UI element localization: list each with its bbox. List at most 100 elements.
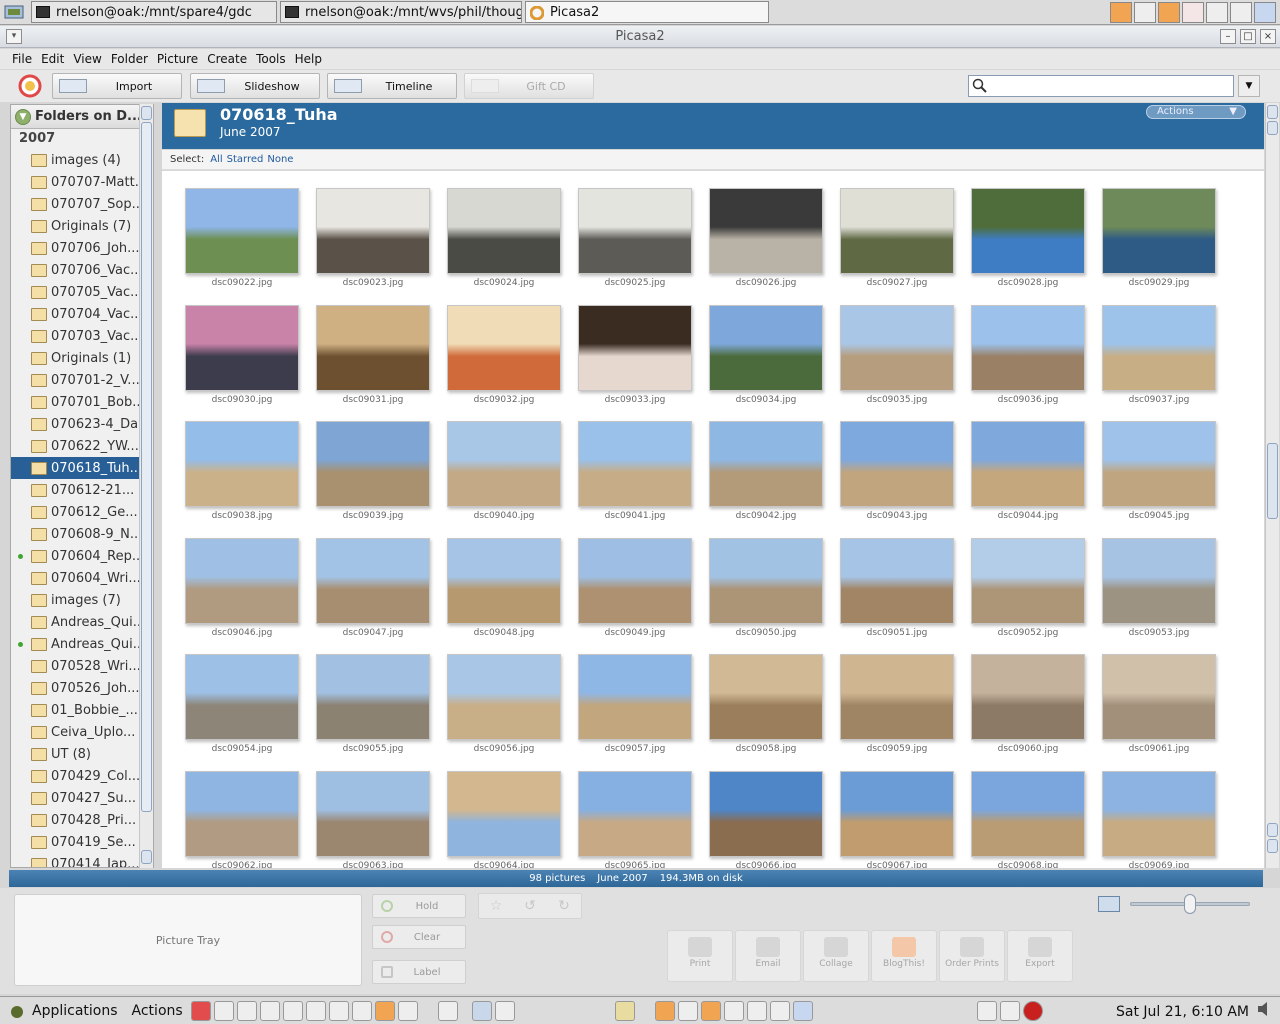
- picasa-icon[interactable]: [723, 1000, 744, 1021]
- sidebar-folder[interactable]: 070703_Vac...: [11, 325, 153, 347]
- scroll-up-arrow-icon[interactable]: [1267, 105, 1278, 119]
- taskbar-task-picasa[interactable]: Picasa2: [525, 1, 769, 23]
- edit-icon[interactable]: [259, 1000, 280, 1021]
- photo-image[interactable]: [1102, 304, 1216, 391]
- photo-image[interactable]: [971, 654, 1085, 740]
- firefox-icon[interactable]: [700, 1000, 721, 1021]
- thunderbird-icon[interactable]: [351, 1000, 372, 1021]
- photo-thumbnail[interactable]: dsc09044.jpg: [971, 421, 1085, 521]
- scroll-up-arrow-icon[interactable]: [1267, 121, 1278, 135]
- hold-button[interactable]: Hold: [372, 894, 466, 918]
- photo-image[interactable]: [709, 188, 823, 274]
- firefox-icon[interactable]: [654, 1000, 675, 1021]
- sidebar-folder[interactable]: 070528_Wri...: [11, 655, 153, 677]
- panel-launcher-icon[interactable]: [0, 1, 28, 23]
- photo-thumbnail[interactable]: dsc09056.jpg: [447, 654, 561, 754]
- photo-thumbnail[interactable]: dsc09058.jpg: [709, 654, 823, 754]
- picture-tray[interactable]: Picture Tray: [14, 894, 362, 986]
- sidebar-folder[interactable]: 070705_Vac...: [11, 281, 153, 303]
- sidebar-folder[interactable]: 070623-4_Da...: [11, 413, 153, 435]
- photo-thumbnail[interactable]: dsc09033.jpg: [578, 304, 692, 405]
- sidebar-folder[interactable]: Originals (1): [11, 347, 153, 369]
- sidebar-folder[interactable]: 070429_Col...: [11, 765, 153, 787]
- blogthis-button[interactable]: BlogThis!: [871, 930, 937, 982]
- select-starred-link[interactable]: Starred: [227, 154, 264, 165]
- photo-image[interactable]: [1102, 188, 1216, 274]
- photo-image[interactable]: [709, 770, 823, 857]
- menu-picture[interactable]: Picture: [157, 52, 198, 66]
- photo-image[interactable]: [185, 188, 299, 274]
- year-group-label[interactable]: 2007: [11, 129, 153, 149]
- phone-icon[interactable]: [437, 1000, 458, 1021]
- menu-help[interactable]: Help: [295, 52, 322, 66]
- email-button[interactable]: Email: [735, 930, 801, 982]
- photo-image[interactable]: [447, 770, 561, 857]
- photo-thumbnail[interactable]: dsc09039.jpg: [316, 421, 430, 521]
- photo-thumbnail[interactable]: dsc09023.jpg: [316, 188, 430, 288]
- photo-thumbnail[interactable]: dsc09055.jpg: [316, 654, 430, 754]
- screenshot-icon[interactable]: [494, 1000, 515, 1021]
- slider-handle[interactable]: [1184, 894, 1196, 914]
- actions-menu[interactable]: Actions: [132, 1003, 183, 1019]
- sidebar-folder[interactable]: 070701_Bob...: [11, 391, 153, 413]
- photo-thumbnail[interactable]: dsc09048.jpg: [447, 537, 561, 638]
- photo-image[interactable]: [316, 304, 430, 391]
- photo-image[interactable]: [316, 188, 430, 274]
- export-button[interactable]: Export: [1007, 930, 1073, 982]
- windows-firefox-icon[interactable]: [1230, 2, 1252, 23]
- photo-image[interactable]: [840, 421, 954, 507]
- photo-thumbnail[interactable]: dsc09053.jpg: [1102, 537, 1216, 638]
- photo-image[interactable]: [709, 654, 823, 740]
- sidebar-folder[interactable]: 070428_Pri...: [11, 809, 153, 831]
- update-alert-icon[interactable]: [1022, 1000, 1043, 1021]
- menu-create[interactable]: Create: [207, 52, 247, 66]
- photo-thumbnail[interactable]: dsc09069.jpg: [1102, 770, 1216, 868]
- photo-image[interactable]: [185, 421, 299, 507]
- sidebar-folder[interactable]: Andreas_Qui...: [11, 633, 153, 655]
- photo-image[interactable]: [185, 654, 299, 740]
- applications-menu[interactable]: Applications: [32, 1003, 118, 1019]
- rotate-left-icon[interactable]: ↺: [513, 894, 547, 918]
- photo-thumbnail[interactable]: dsc09062.jpg: [185, 770, 299, 868]
- sidebar-folder[interactable]: 070608-9_N...: [11, 523, 153, 545]
- photo-thumbnail[interactable]: dsc09060.jpg: [971, 654, 1085, 754]
- network-status-icon[interactable]: [976, 1000, 997, 1021]
- sidebar-header[interactable]: ▼ Folders on D...: [11, 105, 153, 129]
- photo-thumbnail[interactable]: dsc09036.jpg: [971, 304, 1085, 405]
- photo-thumbnail[interactable]: dsc09025.jpg: [578, 188, 692, 288]
- photo-image[interactable]: [185, 770, 299, 857]
- photo-image[interactable]: [578, 537, 692, 624]
- scroll-thumb[interactable]: [141, 122, 152, 812]
- photo-image[interactable]: [578, 188, 692, 274]
- photo-thumbnail[interactable]: dsc09038.jpg: [185, 421, 299, 521]
- scroll-thumb[interactable]: [1267, 443, 1278, 519]
- label-button[interactable]: Label: [372, 960, 466, 984]
- photo-thumbnail[interactable]: dsc09045.jpg: [1102, 421, 1216, 521]
- photo-image[interactable]: [840, 188, 954, 274]
- menu-folder[interactable]: Folder: [111, 52, 148, 66]
- rotate-right-icon[interactable]: ↻: [547, 894, 581, 918]
- photo-thumbnail[interactable]: dsc09027.jpg: [840, 188, 954, 288]
- sidebar-folder[interactable]: 070604_Wri...: [11, 567, 153, 589]
- photo-image[interactable]: [840, 304, 954, 391]
- photo-thumbnail[interactable]: dsc09067.jpg: [840, 770, 954, 868]
- search-input[interactable]: [968, 75, 1234, 97]
- photo-thumbnail[interactable]: dsc09037.jpg: [1102, 304, 1216, 405]
- scroll-down-arrow-icon[interactable]: [1267, 839, 1278, 853]
- photo-thumbnail[interactable]: dsc09041.jpg: [578, 421, 692, 521]
- photo-image[interactable]: [447, 421, 561, 507]
- photo-thumbnail[interactable]: dsc09061.jpg: [1102, 654, 1216, 754]
- photo-thumbnail[interactable]: dsc09047.jpg: [316, 537, 430, 638]
- gnome-foot-icon[interactable]: [8, 1002, 26, 1020]
- document-icon[interactable]: [1134, 2, 1156, 23]
- notes-icon[interactable]: [282, 1000, 303, 1021]
- photo-image[interactable]: [578, 304, 692, 391]
- sidebar-scrollbar[interactable]: [139, 104, 153, 868]
- sidebar-folder[interactable]: 070618_Tuh...: [11, 457, 153, 479]
- picasa-icon[interactable]: [1182, 2, 1204, 23]
- import-button[interactable]: Import: [52, 73, 182, 99]
- photo-image[interactable]: [447, 304, 561, 391]
- sidebar-folder[interactable]: 070612-21...: [11, 479, 153, 501]
- photo-image[interactable]: [316, 770, 430, 857]
- photo-image[interactable]: [1102, 537, 1216, 624]
